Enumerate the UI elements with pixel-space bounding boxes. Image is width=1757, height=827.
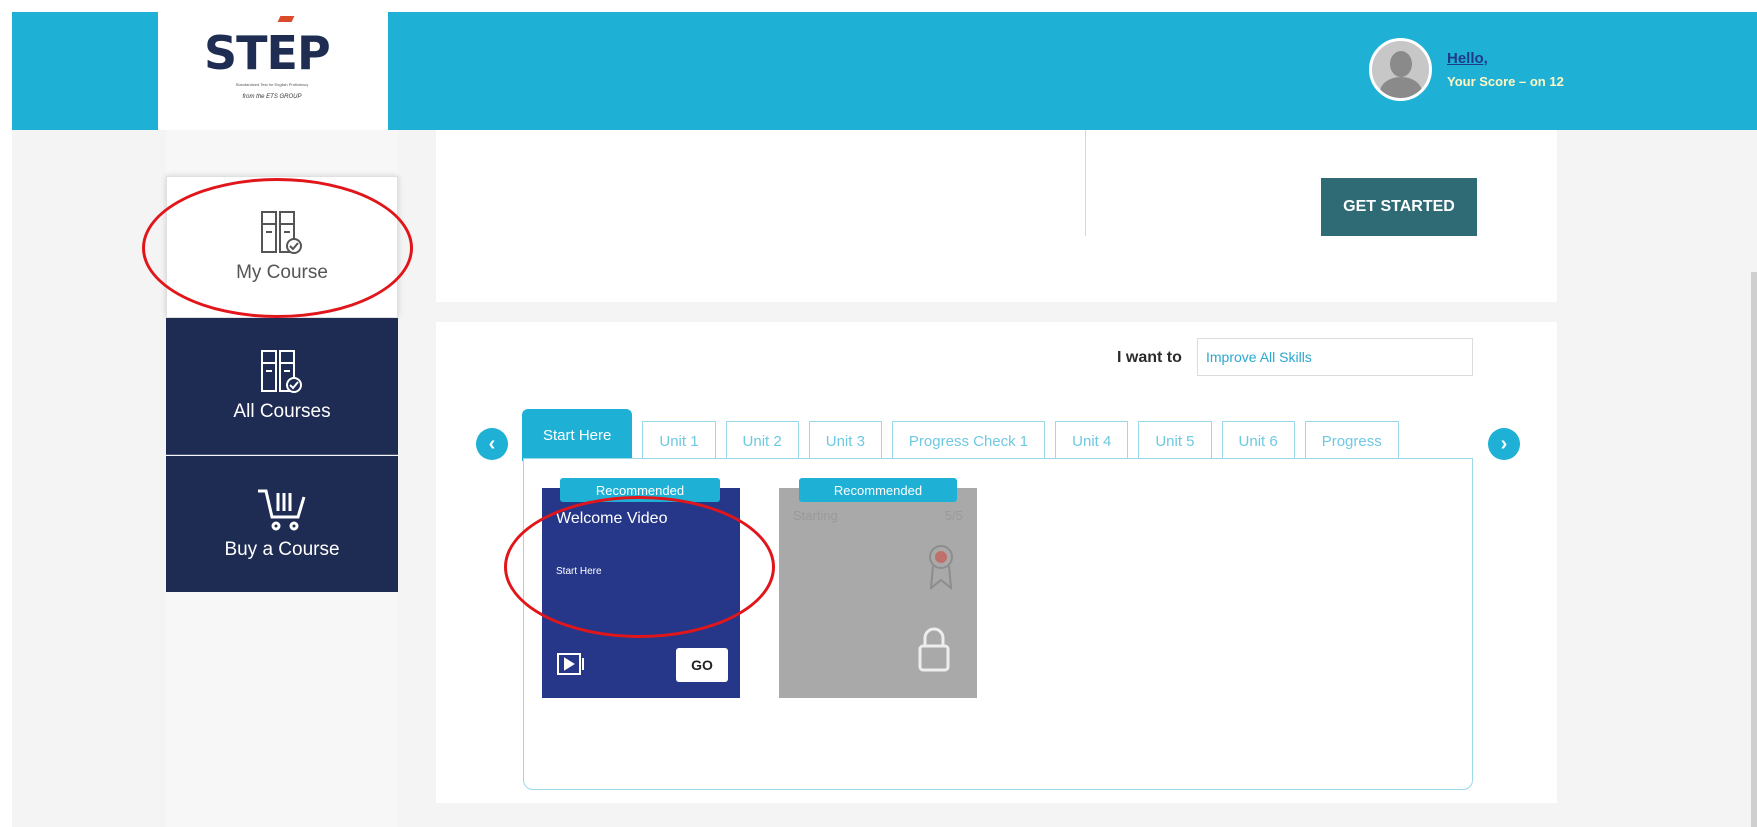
get-started-button[interactable]: GET STARTED: [1321, 178, 1477, 236]
logo-tagline: Standardized Test for English Proficienc…: [235, 82, 309, 87]
books-check-icon: [261, 350, 302, 393]
user-avatar[interactable]: [1369, 38, 1432, 101]
sidebar-item-all-courses[interactable]: All Courses: [166, 318, 398, 455]
books-check-icon: [261, 211, 302, 254]
card-tag: 5/5: [944, 508, 963, 523]
award-icon: [929, 545, 953, 590]
sidebar-item-label: My Course: [236, 262, 328, 283]
tab-progress-check-1[interactable]: Progress Check 1: [891, 421, 1046, 461]
logo[interactable]: STEP Standardized Test for English Profi…: [158, 12, 388, 130]
cart-icon: [258, 489, 306, 531]
divider: [1085, 130, 1086, 236]
tab-unit-3[interactable]: Unit 3: [808, 421, 882, 461]
skill-filter-select[interactable]: Improve All Skills: [1197, 338, 1473, 376]
recommended-badge: Recommended: [560, 478, 720, 502]
tab-unit-4[interactable]: Unit 4: [1055, 421, 1129, 461]
scrollbar[interactable]: [1751, 272, 1757, 827]
welcome-video-card[interactable]: Recommended Welcome Video Start Here GO: [542, 478, 740, 698]
sidebar-item-my-course[interactable]: My Course: [166, 176, 398, 318]
lock-icon: [918, 627, 950, 672]
tab-unit-1[interactable]: Unit 1: [642, 421, 716, 461]
tab-unit-2[interactable]: Unit 2: [725, 421, 799, 461]
filter-label: I want to: [1117, 349, 1182, 366]
avatar-head: [1390, 51, 1412, 77]
sidebar-item-label: All Courses: [233, 401, 331, 422]
tab-unit-6[interactable]: Unit 6: [1221, 421, 1295, 461]
user-score: Your Score – on 12: [1447, 74, 1564, 89]
chevron-left-icon[interactable]: ‹: [476, 428, 508, 460]
tab-progress-check-2[interactable]: Progress: [1304, 421, 1399, 461]
locked-course-card: Recommended Starting 5/5: [779, 478, 977, 698]
sidebar-item-buy-a-course[interactable]: Buy a Course: [166, 456, 398, 592]
recommended-badge: Recommended: [799, 478, 957, 502]
avatar-shoulders: [1380, 77, 1422, 98]
tab-unit-5[interactable]: Unit 5: [1138, 421, 1212, 461]
user-greeting-link[interactable]: Hello,: [1447, 50, 1488, 67]
card-subtitle: Start Here: [556, 566, 602, 577]
sidebar-item-label: Buy a Course: [224, 539, 340, 560]
card-title: Starting: [793, 508, 838, 523]
card-title: Welcome Video: [556, 510, 668, 527]
logo-subline: from the ETS GROUP: [242, 94, 302, 100]
logo-wordmark: STEP: [204, 26, 331, 80]
unit-tabs: Start Here Unit 1 Unit 2 Unit 3 Progress…: [522, 406, 1472, 461]
tab-start-here[interactable]: Start Here: [522, 409, 633, 461]
go-button[interactable]: GO: [676, 648, 728, 682]
video-icon: [557, 653, 584, 675]
chevron-right-icon[interactable]: ›: [1488, 428, 1520, 460]
